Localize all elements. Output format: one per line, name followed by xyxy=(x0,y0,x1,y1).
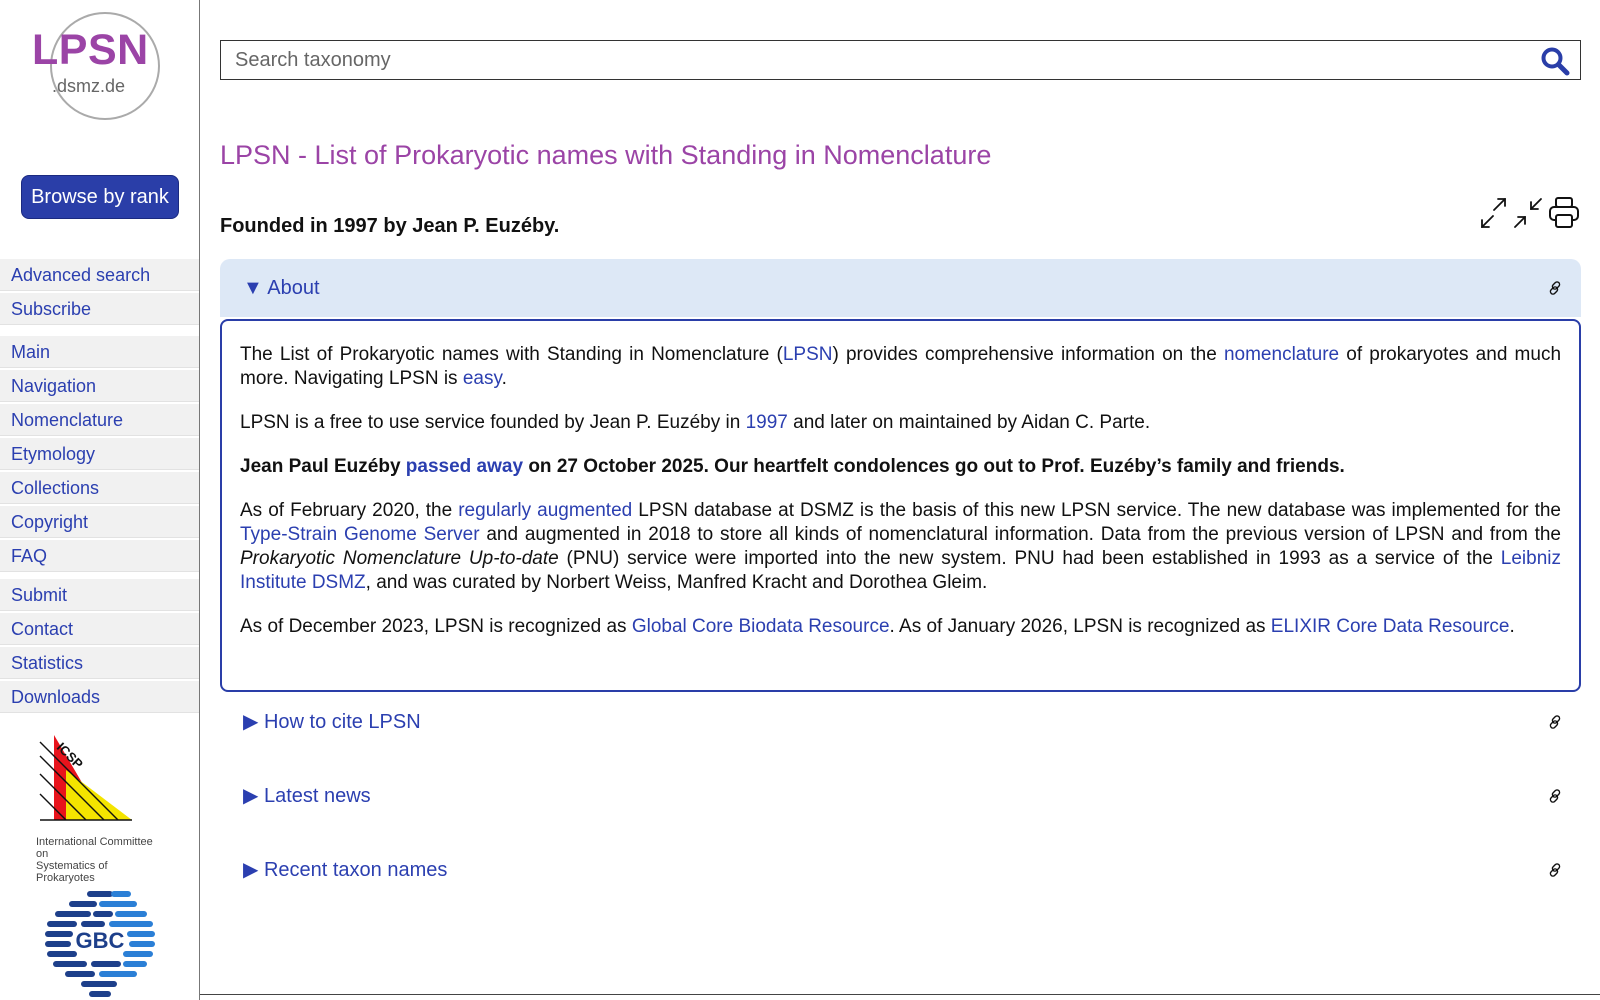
nav-group-main: Main Navigation Nomenclature Etymology C… xyxy=(0,336,199,574)
nav-main[interactable]: Main xyxy=(0,336,199,368)
elixir-link[interactable]: ELIXIR Core Data Resource xyxy=(1271,616,1510,637)
section-recent-label: Recent taxon names xyxy=(263,859,448,881)
about-paragraph-3: Jean Paul Euzéby passed away on 27 Octob… xyxy=(240,455,1561,479)
nav-contact[interactable]: Contact xyxy=(0,613,199,645)
logo-text: LPSN xyxy=(32,26,149,74)
link-icon[interactable] xyxy=(1547,714,1563,730)
nav-faq[interactable]: FAQ xyxy=(0,540,199,572)
search-input[interactable] xyxy=(235,45,1495,75)
gbc-logo-graphic: GBC xyxy=(45,891,155,997)
nav-group-search: Advanced search Subscribe xyxy=(0,259,199,327)
icsp-logo[interactable]: ICSP International Committee on Systemat… xyxy=(36,730,166,884)
text: , and was curated by Norbert Weiss, Manf… xyxy=(365,572,988,593)
lpsn-logo[interactable]: LPSN .dsmz.de xyxy=(30,12,166,122)
text: . xyxy=(1509,616,1515,637)
section-recent-toggle[interactable]: ▶ Recent taxon names xyxy=(220,841,1581,899)
gcbr-link[interactable]: Global Core Biodata Resource xyxy=(632,616,890,637)
section-news-label: Latest news xyxy=(263,785,371,807)
search-bar xyxy=(220,40,1581,80)
footer-divider xyxy=(200,994,1600,995)
link-icon[interactable] xyxy=(1547,280,1563,296)
browse-by-rank-button[interactable]: Browse by rank xyxy=(21,175,179,219)
text: . xyxy=(501,368,507,389)
section-about-label: About xyxy=(267,277,320,299)
text: on 27 October 2025. Our heartfelt condol… xyxy=(523,456,1345,477)
nav-copyright[interactable]: Copyright xyxy=(0,506,199,538)
print-icon[interactable] xyxy=(1548,196,1580,230)
collapse-icon[interactable] xyxy=(1512,196,1544,230)
text: As of February 2020, the xyxy=(240,500,459,521)
sidebar: LPSN .dsmz.de Browse by rank Advanced se… xyxy=(0,0,200,1000)
expand-icon[interactable] xyxy=(1478,196,1510,230)
collapse-triangle-icon: ▼ xyxy=(243,277,263,299)
section-cite-toggle[interactable]: ▶ How to cite LPSN xyxy=(220,693,1581,751)
nav-statistics[interactable]: Statistics xyxy=(0,647,199,679)
icsp-caption: International Committee on Systematics o… xyxy=(36,836,166,884)
nav-nomenclature[interactable]: Nomenclature xyxy=(0,404,199,436)
text: LPSN is a free to use service founded by… xyxy=(240,412,746,433)
nav-etymology[interactable]: Etymology xyxy=(0,438,199,470)
text: ) provides comprehensive information on … xyxy=(832,344,1224,365)
tygs-link[interactable]: Type-Strain Genome Server xyxy=(240,524,480,545)
text: Jean Paul Euzéby xyxy=(240,456,406,477)
section-about-toggle[interactable]: ▼ About xyxy=(220,259,1581,317)
nomenclature-link[interactable]: nomenclature xyxy=(1224,344,1339,365)
gbc-logo[interactable]: GBC xyxy=(44,890,156,1000)
text: (PNU) service were imported into the new… xyxy=(558,548,1501,569)
regularly-augmented-link[interactable]: regularly augmented xyxy=(458,500,632,521)
easy-link[interactable]: easy xyxy=(463,368,502,389)
year-1997-link[interactable]: 1997 xyxy=(746,412,788,433)
nav-advanced-search[interactable]: Advanced search xyxy=(0,259,199,291)
search-icon[interactable] xyxy=(1540,46,1570,76)
page-tools xyxy=(1478,196,1580,232)
about-paragraph-4: As of February 2020, the regularly augme… xyxy=(240,499,1561,595)
about-paragraph-5: As of December 2023, LPSN is recognized … xyxy=(240,615,1561,639)
text: The List of Prokaryotic names with Stand… xyxy=(240,344,783,365)
link-icon[interactable] xyxy=(1547,862,1563,878)
link-icon[interactable] xyxy=(1547,788,1563,804)
text: . As of January 2026, LPSN is recognized… xyxy=(889,616,1271,637)
icsp-caption-line-1: International Committee on xyxy=(36,836,153,860)
nav-navigation[interactable]: Navigation xyxy=(0,370,199,402)
nav-group-contact: Submit Contact Statistics Downloads xyxy=(0,579,199,715)
expand-triangle-icon: ▶ xyxy=(243,859,259,881)
page-title: LPSN - List of Prokaryotic names with St… xyxy=(220,140,992,170)
founded-text: Founded in 1997 by Jean P. Euzéby. xyxy=(220,215,560,237)
nav-collections[interactable]: Collections xyxy=(0,472,199,504)
section-news-toggle[interactable]: ▶ Latest news xyxy=(220,767,1581,825)
expand-triangle-icon: ▶ xyxy=(243,785,259,807)
icsp-caption-line-2: Systematics of Prokaryotes xyxy=(36,860,108,884)
nav-subscribe[interactable]: Subscribe xyxy=(0,293,199,325)
text: and augmented in 2018 to store all kinds… xyxy=(479,524,1562,545)
logo-subtext: .dsmz.de xyxy=(52,76,126,96)
pnu-title: Prokaryotic Nomenclature Up-to-date xyxy=(240,548,559,569)
section-cite-label: How to cite LPSN xyxy=(263,711,421,733)
gbc-logo-text: GBC xyxy=(76,928,125,953)
text: As of December 2023, LPSN is recognized … xyxy=(240,616,632,637)
section-about-body: The List of Prokaryotic names with Stand… xyxy=(220,319,1581,692)
nav-submit[interactable]: Submit xyxy=(0,579,199,611)
icsp-logo-graphic: ICSP xyxy=(39,735,132,821)
text: and later on maintained by Aidan C. Part… xyxy=(787,412,1151,433)
text: LPSN database at DSMZ is the basis of th… xyxy=(632,500,1561,521)
about-paragraph-1: The List of Prokaryotic names with Stand… xyxy=(240,343,1561,391)
expand-triangle-icon: ▶ xyxy=(243,711,259,733)
passed-away-link[interactable]: passed away xyxy=(406,456,523,477)
nav-downloads[interactable]: Downloads xyxy=(0,681,199,713)
about-paragraph-2: LPSN is a free to use service founded by… xyxy=(240,411,1561,435)
lpsn-link[interactable]: LPSN xyxy=(783,344,833,365)
